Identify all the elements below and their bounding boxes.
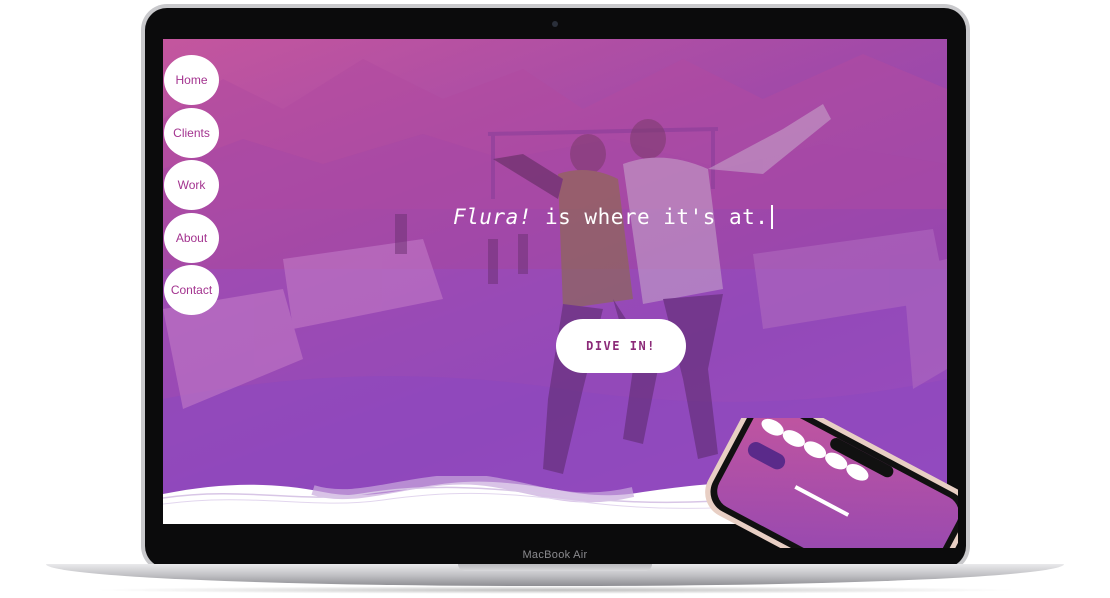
laptop-base-notch [458,564,652,571]
laptop-shadow [90,586,1020,594]
phone-mockup [705,418,958,548]
hero-tagline: is where it's at. [531,205,769,229]
nav-item-about[interactable]: About [164,212,219,263]
nav-item-contact[interactable]: Contact [164,265,219,316]
brand-name: Flura! [453,205,532,229]
dive-in-button[interactable]: DIVE IN! [556,319,686,373]
nav-item-clients[interactable]: Clients [164,107,219,158]
camera-icon [552,21,558,27]
nav-item-work[interactable]: Work [164,160,219,211]
hero-headline: Flura! is where it's at. [453,205,774,229]
nav-item-home[interactable]: Home [164,55,219,105]
side-nav: Home Clients Work About Contact [164,55,220,318]
device-label: MacBook Air [522,549,588,561]
text-caret [771,205,774,229]
